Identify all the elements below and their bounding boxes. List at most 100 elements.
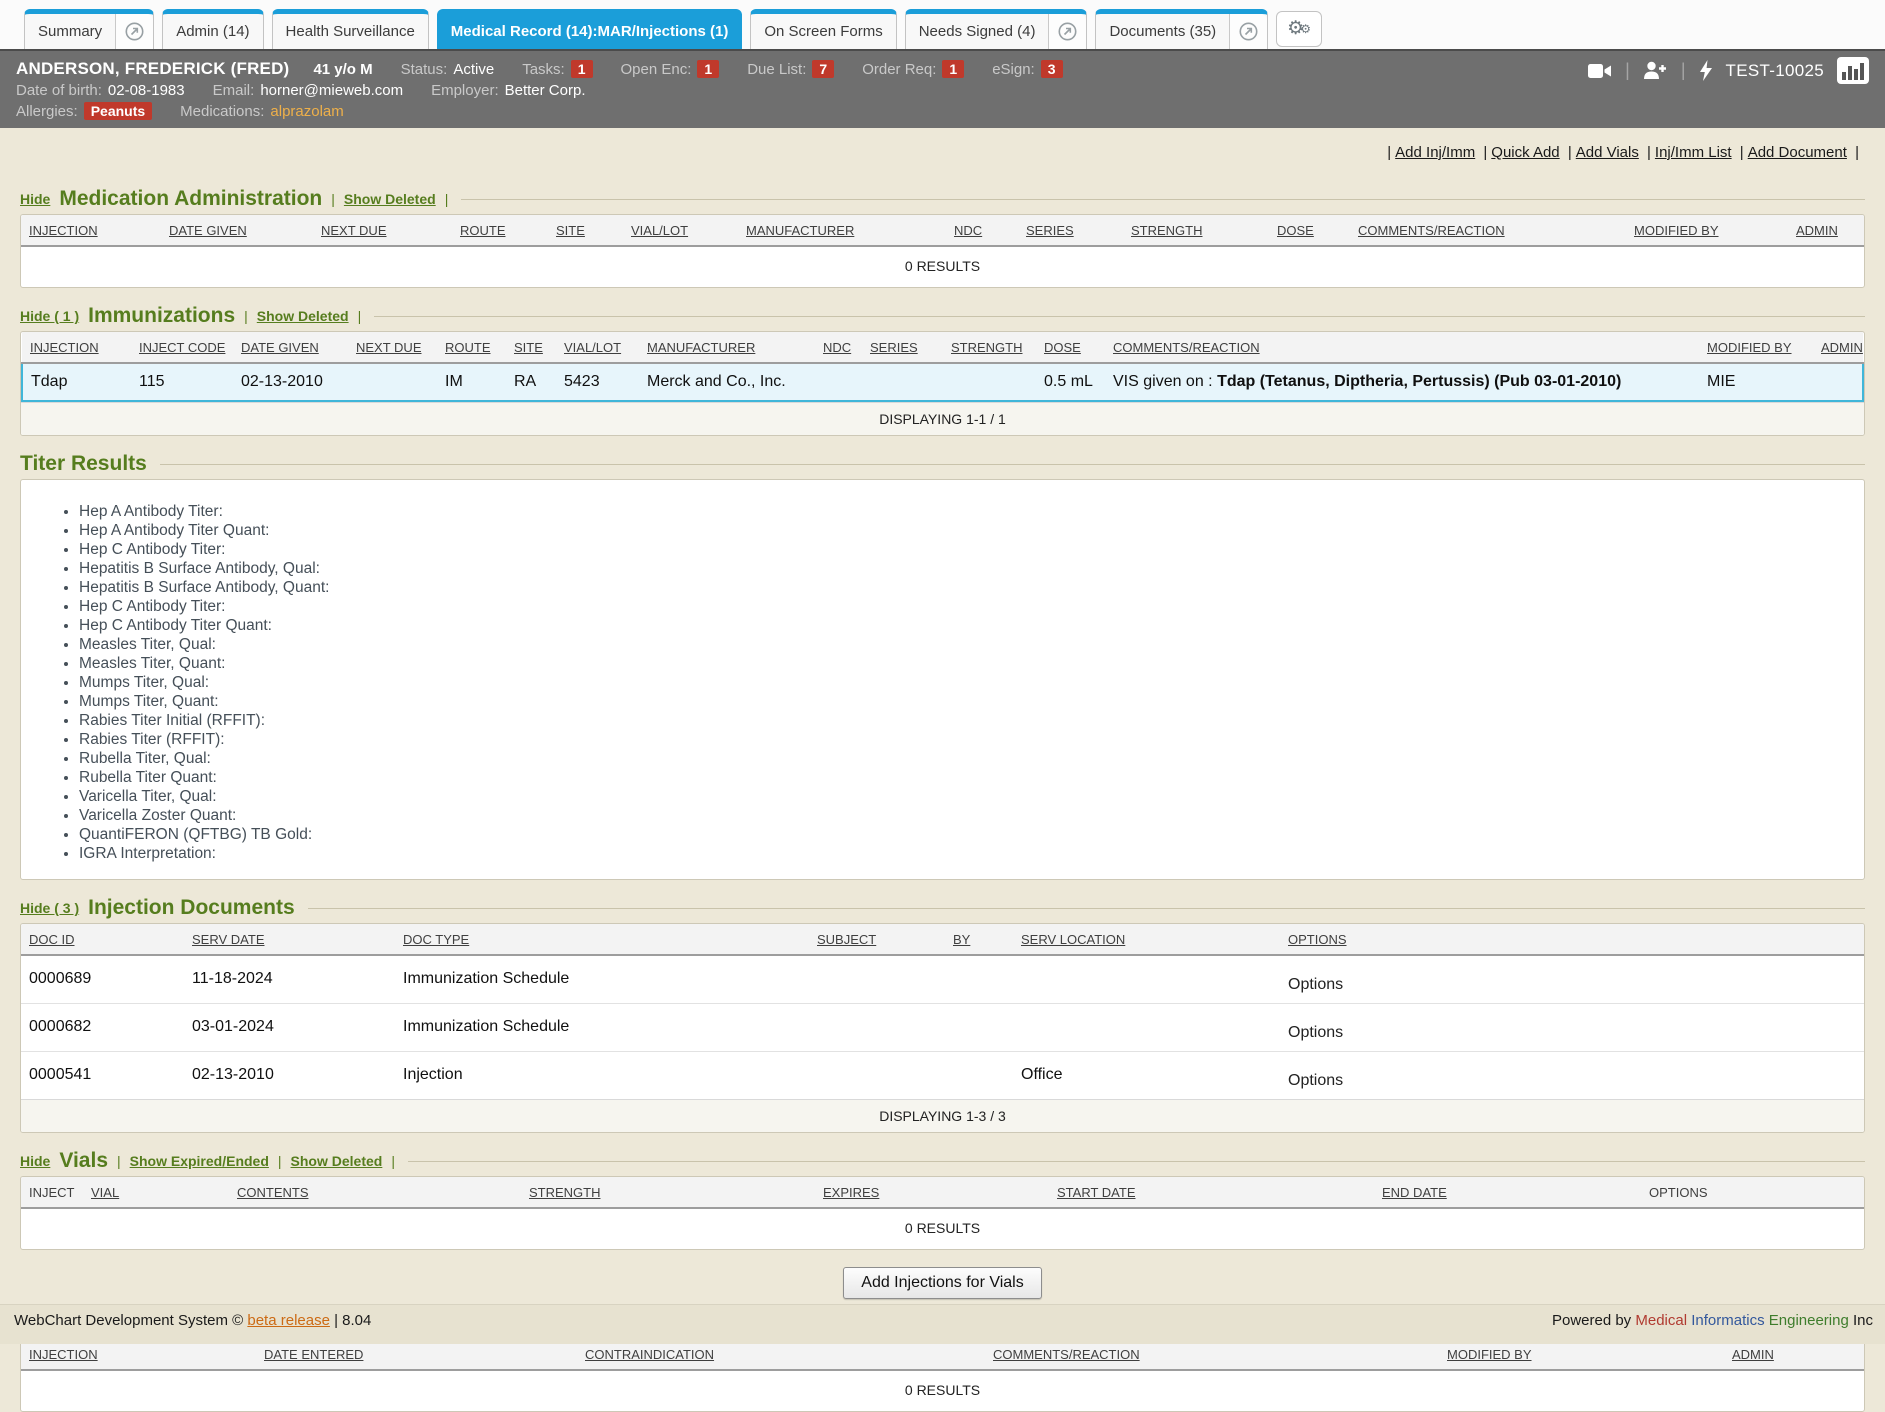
document-row[interactable]: 000054102-13-2010 Injection Office Optio… [21, 1051, 1864, 1099]
order-req-badge[interactable]: 1 [942, 60, 964, 78]
tab-medical-record[interactable]: Medical Record (14):MAR/Injections (1) [437, 9, 743, 49]
col-admin[interactable]: ADMIN [1732, 1347, 1774, 1362]
esign-badge[interactable]: 3 [1041, 60, 1063, 78]
col-modified-by[interactable]: MODIFIED BY [1707, 340, 1792, 355]
due-list-badge[interactable]: 7 [812, 60, 834, 78]
flowchart-icon[interactable] [1837, 57, 1869, 84]
hide-link[interactable]: Hide [20, 191, 50, 207]
show-expired-ended-link[interactable]: Show Expired/Ended [130, 1153, 269, 1169]
col-injection[interactable]: INJECTION [30, 340, 99, 355]
col-manufacturer[interactable]: MANUFACTURER [647, 340, 755, 355]
col-vial-lot[interactable]: VIAL/LOT [631, 223, 688, 238]
col-strength[interactable]: STRENGTH [1131, 223, 1203, 238]
col-date-given[interactable]: DATE GIVEN [169, 223, 247, 238]
quick-add-link[interactable]: Quick Add [1491, 144, 1559, 161]
pagination-status: DISPLAYING 1-3 / 3 [21, 1099, 1864, 1132]
tab-documents[interactable]: Documents (35) [1095, 9, 1268, 49]
col-end-date[interactable]: END DATE [1382, 1185, 1447, 1200]
col-injection[interactable]: INJECTION [29, 223, 98, 238]
video-camera-icon[interactable] [1588, 62, 1612, 80]
col-contraindication[interactable]: CONTRAINDICATION [585, 1347, 714, 1362]
col-series[interactable]: SERIES [870, 340, 918, 355]
col-options[interactable]: OPTIONS [1288, 932, 1347, 947]
add-vials-link[interactable]: Add Vials [1576, 144, 1639, 161]
col-serv-location[interactable]: SERV LOCATION [1021, 932, 1125, 947]
col-dose[interactable]: DOSE [1044, 340, 1081, 355]
col-site[interactable]: SITE [514, 340, 543, 355]
titer-results-list: Hep A Antibody Titer: Hep A Antibody Tit… [51, 502, 1844, 863]
col-manufacturer[interactable]: MANUFACTURER [746, 223, 854, 238]
col-series[interactable]: SERIES [1026, 223, 1074, 238]
tab-needs-signed[interactable]: Needs Signed (4) [905, 9, 1088, 49]
col-expires[interactable]: EXPIRES [823, 1185, 879, 1200]
document-row[interactable]: 000068911-18-2024 Immunization Schedule … [21, 955, 1864, 1003]
tab-summary[interactable]: Summary [24, 9, 154, 49]
add-injections-for-vials-button[interactable]: Add Injections for Vials [843, 1267, 1041, 1299]
settings-gear-icon[interactable]: ⚙⚙ [1276, 11, 1322, 47]
col-ndc[interactable]: NDC [823, 340, 851, 355]
col-injection[interactable]: INJECTION [29, 1347, 98, 1362]
hide-link[interactable]: Hide ( 3 ) [20, 900, 79, 916]
tab-on-screen-forms[interactable]: On Screen Forms [750, 9, 896, 49]
divider [461, 199, 1865, 200]
popup-arrow-icon[interactable] [1229, 14, 1267, 49]
col-ndc[interactable]: NDC [954, 223, 982, 238]
immunization-row-tdap[interactable]: Tdap 115 02-13-2010 IM RA 5423 Merck and… [22, 363, 1863, 401]
popup-arrow-icon[interactable] [1048, 14, 1086, 49]
options-link[interactable]: Options [1288, 976, 1343, 993]
section-header-vials: Hide Vials | Show Expired/Ended | Show D… [20, 1149, 1865, 1173]
col-doc-id[interactable]: DOC ID [29, 932, 75, 947]
show-deleted-link[interactable]: Show Deleted [291, 1153, 383, 1169]
col-admin[interactable]: ADMIN [1821, 340, 1863, 355]
hide-link[interactable]: Hide ( 1 ) [20, 308, 79, 324]
col-inject-code[interactable]: INJECT CODE [139, 340, 225, 355]
col-modified-by[interactable]: MODIFIED BY [1447, 1347, 1532, 1362]
open-enc-badge[interactable]: 1 [697, 60, 719, 78]
col-route[interactable]: ROUTE [460, 223, 506, 238]
col-modified-by[interactable]: MODIFIED BY [1634, 223, 1719, 238]
options-link[interactable]: Options [1288, 1024, 1343, 1041]
show-deleted-link[interactable]: Show Deleted [257, 308, 349, 324]
col-comments-reaction[interactable]: COMMENTS/REACTION [1113, 340, 1260, 355]
options-link[interactable]: Options [1288, 1072, 1343, 1089]
col-comments-reaction[interactable]: COMMENTS/REACTION [1358, 223, 1505, 238]
popup-arrow-icon[interactable] [115, 14, 153, 49]
hide-link[interactable]: Hide [20, 1153, 50, 1169]
tab-health-surveillance[interactable]: Health Surveillance [272, 9, 429, 49]
col-doc-type[interactable]: DOC TYPE [403, 932, 469, 947]
col-date-entered[interactable]: DATE ENTERED [264, 1347, 363, 1362]
add-document-link[interactable]: Add Document [1748, 144, 1847, 161]
medications-label: Medications: [180, 103, 264, 120]
col-date-given[interactable]: DATE GIVEN [241, 340, 319, 355]
col-comments-reaction[interactable]: COMMENTS/REACTION [993, 1347, 1140, 1362]
col-site[interactable]: SITE [556, 223, 585, 238]
allergy-badge[interactable]: Peanuts [84, 102, 152, 120]
col-serv-date[interactable]: SERV DATE [192, 932, 264, 947]
medication-value[interactable]: alprazolam [270, 103, 343, 120]
add-person-icon[interactable] [1643, 61, 1668, 80]
col-dose[interactable]: DOSE [1277, 223, 1314, 238]
add-inj-imm-link[interactable]: Add Inj/Imm [1395, 144, 1475, 161]
col-subject[interactable]: SUBJECT [817, 932, 876, 947]
lightning-bolt-icon[interactable] [1699, 60, 1713, 81]
email-label: Email: [213, 82, 255, 99]
col-strength[interactable]: STRENGTH [529, 1185, 601, 1200]
titer-item: Mumps Titer, Qual: [79, 673, 1844, 692]
col-vial-lot[interactable]: VIAL/LOT [564, 340, 621, 355]
tab-admin[interactable]: Admin (14) [162, 9, 263, 49]
action-links: |Add Inj/Imm |Quick Add |Add Vials |Inj/… [20, 128, 1865, 161]
col-next-due[interactable]: NEXT DUE [356, 340, 422, 355]
col-contents[interactable]: CONTENTS [237, 1185, 309, 1200]
tasks-badge[interactable]: 1 [571, 60, 593, 78]
footer-release-link[interactable]: beta release [247, 1312, 330, 1329]
col-next-due[interactable]: NEXT DUE [321, 223, 387, 238]
col-route[interactable]: ROUTE [445, 340, 491, 355]
col-strength[interactable]: STRENGTH [951, 340, 1023, 355]
document-row[interactable]: 000068203-01-2024 Immunization Schedule … [21, 1003, 1864, 1051]
col-admin[interactable]: ADMIN [1796, 223, 1838, 238]
col-vial[interactable]: VIAL [91, 1185, 119, 1200]
col-start-date[interactable]: START DATE [1057, 1185, 1136, 1200]
col-by[interactable]: BY [953, 932, 970, 947]
show-deleted-link[interactable]: Show Deleted [344, 191, 436, 207]
inj-imm-list-link[interactable]: Inj/Imm List [1655, 144, 1732, 161]
